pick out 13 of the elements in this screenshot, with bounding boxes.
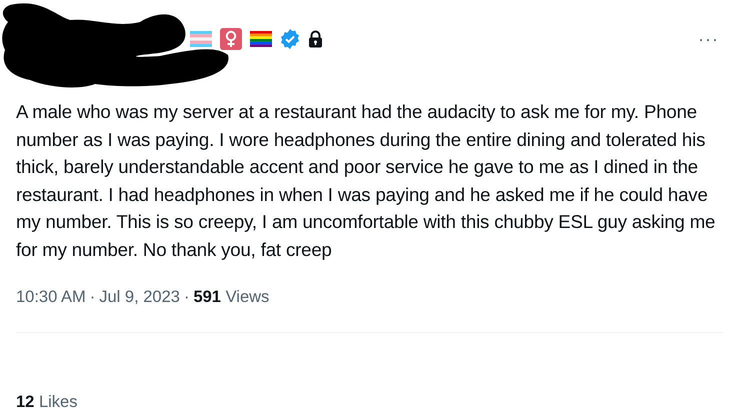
views-count: 591 Views [193,287,270,308]
rainbow-flag-icon [250,31,272,47]
transgender-flag-icon [190,31,212,47]
timestamp[interactable]: 10:30 AM [16,285,86,310]
more-button[interactable]: ··· [694,30,723,48]
date[interactable]: Jul 9, 2023 [99,285,180,310]
verified-badge-icon [280,29,300,49]
likes-link[interactable]: 12 Likes [16,393,78,411]
female-sign-icon [220,28,242,50]
tweet-text: A male who was my server at a restaurant had the audacity to ask me for my. Phone number as I was paying. I wore headphones during the entire dining and tolerated his thick, barely understandable accent and poor service he gave to me as I dined in the restaurant. I had headphones in when I was paying and he asked me if he could have my number. This is so creepy, I am uncomfortable with this chubby ESL guy asking me for my number. No thank you, fat creep [16,100,716,262]
lock-icon [308,30,323,48]
separator: · [90,287,96,308]
separator: · [184,287,190,308]
